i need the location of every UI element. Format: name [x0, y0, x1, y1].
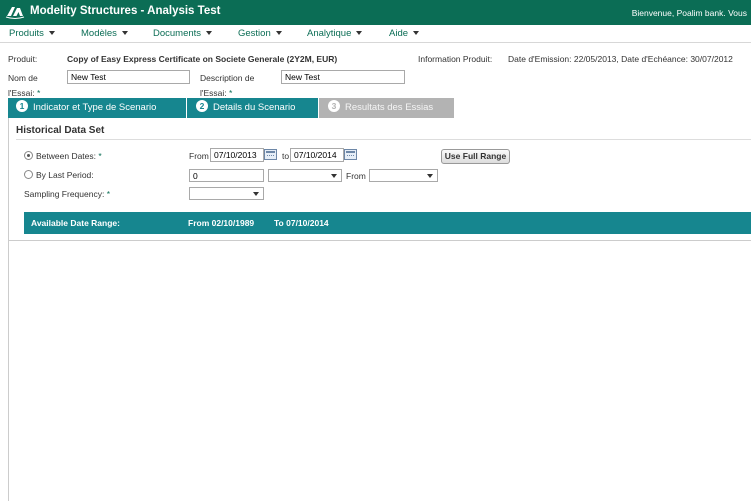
tab-label: Indicator et Type de Scenario [33, 102, 157, 113]
start-date-input[interactable] [210, 148, 264, 162]
chevron-down-icon [356, 31, 363, 36]
test-description-input[interactable] [281, 70, 405, 84]
last-period-from-select[interactable] [369, 169, 438, 182]
available-date-range-from: From 02/10/1989 [188, 218, 255, 228]
menu-item-modeles[interactable]: Modèles [81, 28, 128, 39]
step-number-icon: 2 [196, 100, 208, 113]
test-description-label: Description de [200, 73, 255, 83]
end-date-input[interactable] [290, 148, 344, 162]
from-label: From [189, 151, 209, 161]
to-label: to [282, 151, 290, 161]
step-number-icon: 1 [16, 100, 28, 113]
step-number-icon: 3 [328, 100, 340, 113]
available-date-range-to: To 07/10/2014 [274, 218, 329, 228]
tab-label: Details du Scenario [213, 102, 296, 113]
calendar-icon[interactable] [264, 149, 277, 160]
last-period-label: By Last Period: [36, 170, 94, 180]
chevron-down-icon [275, 31, 282, 36]
sampling-frequency-select[interactable] [189, 187, 264, 200]
chevron-down-icon [48, 31, 55, 36]
menu-item-label: Gestion [238, 28, 271, 39]
test-description-label-line2: l'Essai: * [200, 88, 232, 98]
menu-item-label: Modèles [81, 28, 117, 39]
calendar-icon[interactable] [344, 149, 357, 160]
required-marker: * [37, 88, 41, 98]
required-marker: * [106, 189, 111, 199]
last-period-input[interactable] [189, 169, 264, 182]
ca-logo-icon [4, 4, 26, 20]
menu-item-gestion[interactable]: Gestion [238, 28, 282, 39]
sampling-frequency-text: Sampling Frequency: [24, 189, 105, 199]
title-bar: Modelity Structures - Analysis Test Bien… [0, 0, 751, 25]
menu-item-analytique[interactable]: Analytique [307, 28, 363, 39]
sampling-frequency-label: Sampling Frequency: * [24, 189, 110, 199]
required-marker: * [229, 88, 233, 98]
tab-indicator-scenario[interactable]: 1 Indicator et Type de Scenario [8, 98, 186, 118]
menu-item-produits[interactable]: Produits [9, 28, 55, 39]
app-title: Modelity Structures - Analysis Test [30, 5, 221, 17]
test-name-label: Nom de [8, 73, 38, 83]
test-description-label-text: l'Essai: [200, 88, 227, 98]
menu-item-label: Documents [153, 28, 202, 39]
tab-scenario-details[interactable]: 2 Details du Scenario [187, 98, 318, 118]
test-name-label-text: l'Essai: [8, 88, 35, 98]
test-name-label-line2: l'Essai: * [8, 88, 40, 98]
last-period-radio[interactable] [24, 170, 33, 179]
available-date-range-bar: Available Date Range: From 02/10/1989 To… [24, 212, 751, 234]
between-dates-label: Between Dates: * [36, 151, 102, 161]
product-info-label: Information Produit: [418, 54, 493, 64]
tab-test-results[interactable]: 3 Resultats des Essias [319, 98, 454, 118]
menu-bar: Produits Modèles Documents Gestion Analy… [0, 25, 751, 43]
wizard-tabs: 1 Indicator et Type de Scenario 2 Details … [0, 98, 751, 118]
chevron-down-icon [206, 31, 213, 36]
welcome-text: Bienvenue, Poalim bank. Vous [631, 8, 747, 18]
between-dates-radio[interactable] [24, 151, 33, 160]
chevron-down-icon [121, 31, 128, 36]
menu-item-label: Produits [9, 28, 44, 39]
chevron-down-icon [427, 174, 433, 178]
menu-item-documents[interactable]: Documents [153, 28, 213, 39]
product-label: Produit: [8, 54, 38, 64]
section-title: Historical Data Set [16, 125, 105, 136]
menu-item-label: Aide [389, 28, 409, 39]
product-info-dates: Date d'Emission: 22/05/2013, Date d'Eché… [508, 54, 733, 64]
chevron-down-icon [331, 174, 337, 178]
chevron-down-icon [413, 31, 420, 36]
section-divider [16, 139, 751, 140]
tab-label: Resultats des Essias [345, 102, 434, 113]
period-unit-select[interactable] [268, 169, 342, 182]
last-period-from-label: From [346, 171, 366, 181]
menu-item-label: Analytique [307, 28, 352, 39]
between-dates-text: Between Dates: [36, 151, 97, 161]
test-name-input[interactable] [67, 70, 190, 84]
product-name: Copy of Easy Express Certificate on Soci… [67, 54, 338, 64]
menu-item-aide[interactable]: Aide [389, 28, 420, 39]
use-full-range-button[interactable]: Use Full Range [441, 149, 510, 164]
chevron-down-icon [253, 192, 259, 196]
available-date-range-label: Available Date Range: [31, 218, 120, 228]
required-marker: * [98, 151, 102, 161]
